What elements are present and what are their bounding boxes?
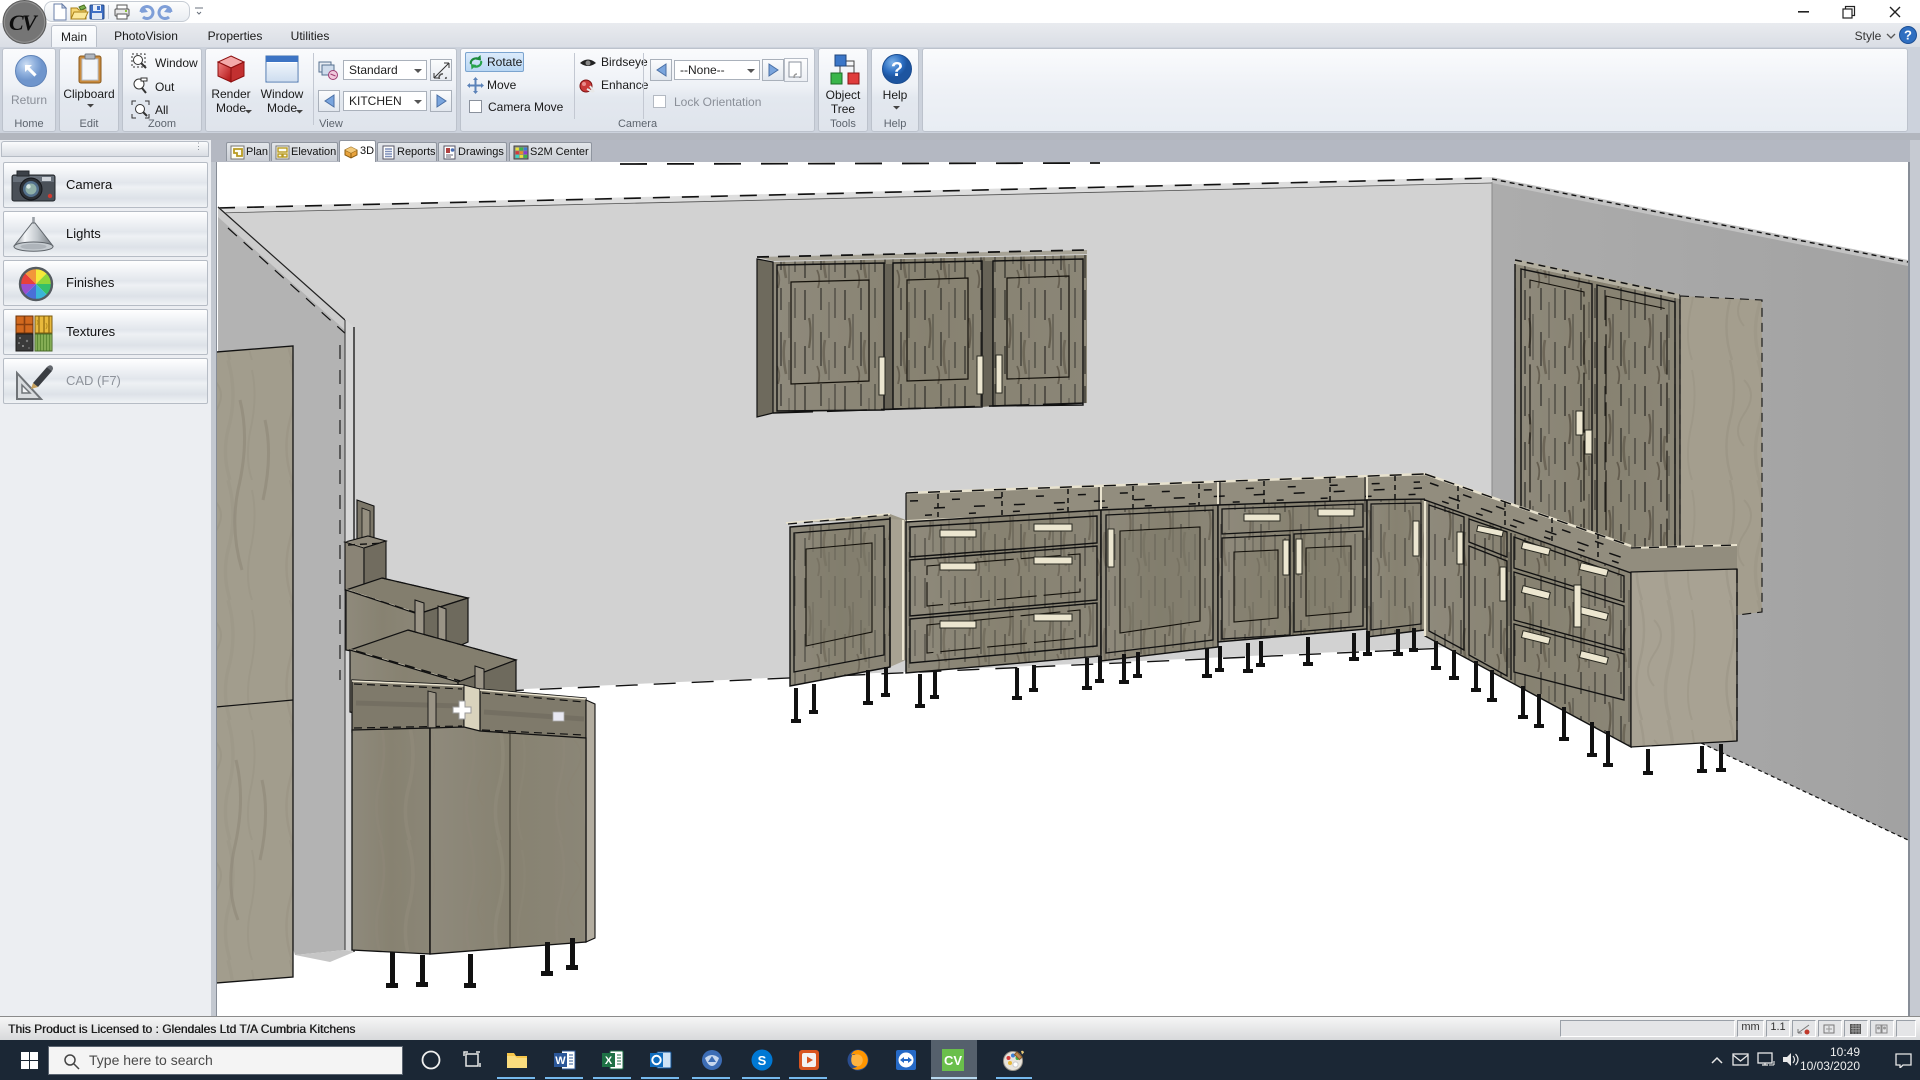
svg-text:X: X [605, 1055, 613, 1067]
svg-text:?: ? [1904, 28, 1912, 43]
svg-text:CV: CV [944, 1053, 962, 1068]
svg-text:S: S [758, 1053, 767, 1068]
svg-text:V: V [22, 10, 39, 35]
svg-text:W: W [555, 1055, 566, 1067]
svg-text:?: ? [891, 59, 903, 81]
